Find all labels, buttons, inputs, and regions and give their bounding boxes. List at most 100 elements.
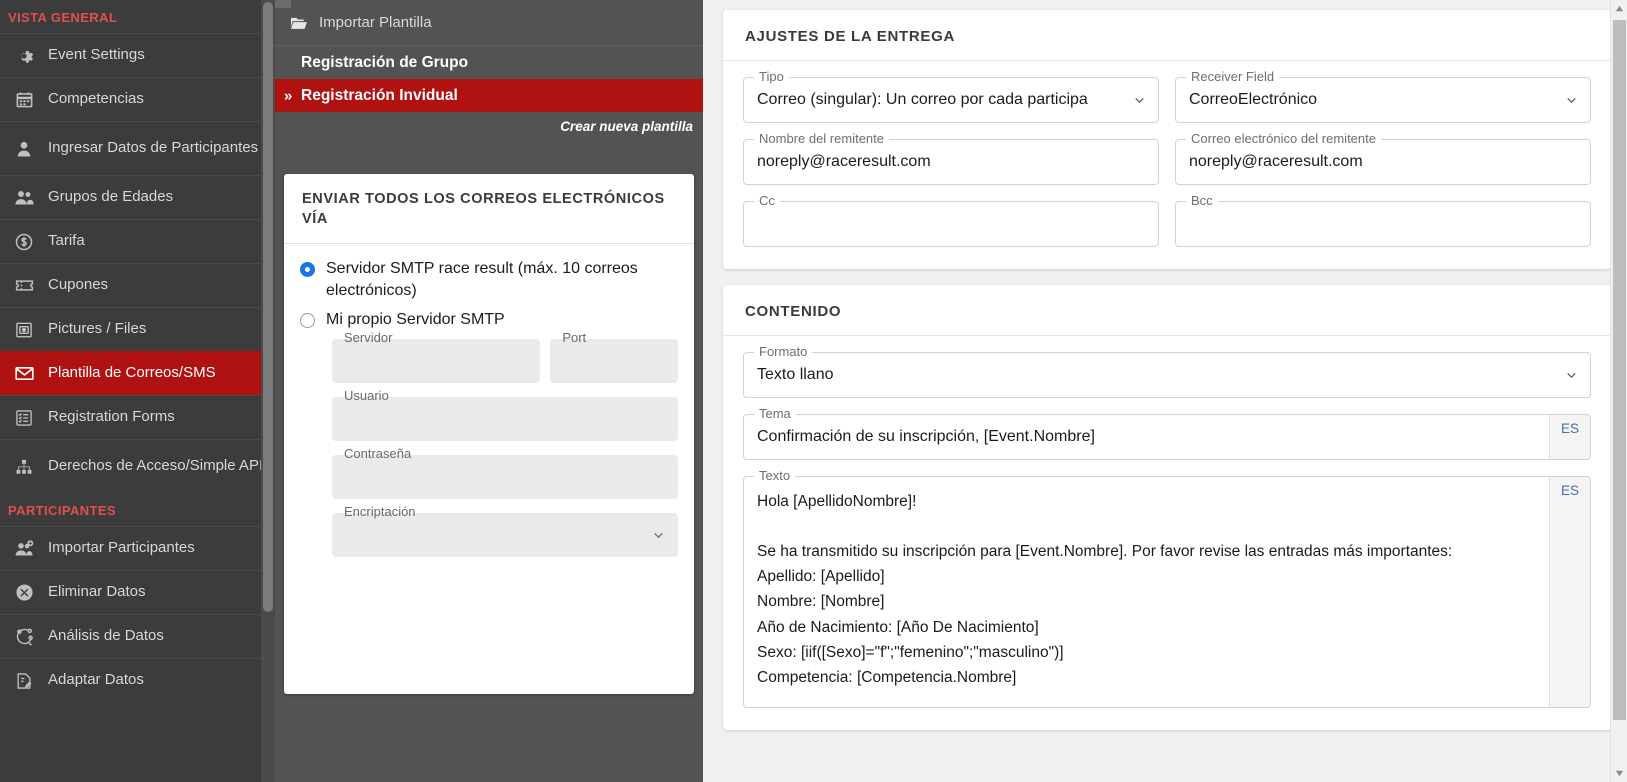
envelope-icon: [8, 362, 40, 386]
scroll-up-arrow-icon[interactable]: [1611, 0, 1627, 17]
sidebar-item-label: Análisis de Datos: [48, 627, 164, 645]
cc-field[interactable]: Cc: [743, 193, 1159, 247]
delivery-row-1: Tipo Correo (singular): Un correo por ca…: [743, 69, 1591, 139]
tema-row: Tema Confirmación de su inscripción, [Ev…: [743, 406, 1591, 460]
sender-email-value: noreply@raceresult.com: [1189, 153, 1363, 170]
chevron-down-icon: [1132, 93, 1147, 108]
add-people-icon: [8, 537, 40, 561]
sidebar-item-label: Grupos de Edades: [48, 188, 174, 206]
smtp-user-label: Usuario: [344, 387, 389, 403]
sidebar-item-derechos-de-acceso-simple-api[interactable]: Derechos de Acceso/Simple API: [0, 439, 275, 493]
sidebar-item-grupos-de-edades[interactable]: Grupos de Edades: [0, 175, 275, 219]
smtp-port-field[interactable]: Port: [550, 330, 678, 383]
settings-panel: AJUSTES DE LA ENTREGA Tipo Correo (singu…: [703, 0, 1627, 782]
chevron-right-icon: »: [284, 87, 293, 104]
smtp-password-field[interactable]: Contraseña: [332, 446, 678, 499]
delivery-settings-body: Tipo Correo (singular): Un correo por ca…: [723, 61, 1611, 269]
smtp-password-label: Contraseña: [344, 445, 412, 461]
sidebar-item-registration-forms[interactable]: Registration Forms: [0, 395, 275, 439]
radio-option-raceresult-smtp[interactable]: Servidor SMTP race result (máx. 10 corre…: [300, 258, 678, 301]
sender-email-field[interactable]: Correo electrónico del remitente noreply…: [1175, 131, 1591, 185]
formato-label: Formato: [754, 344, 813, 359]
scroll-down-arrow-icon[interactable]: [1611, 765, 1627, 782]
bcc-field[interactable]: Bcc: [1175, 193, 1591, 247]
sidebar-item-cupones[interactable]: Cupones: [0, 263, 275, 307]
delivery-settings-title: AJUSTES DE LA ENTREGA: [723, 10, 1611, 61]
delivery-row-3: Cc Bcc: [743, 193, 1591, 263]
smtp-server-fields: Servidor Port Usuario Contraseña Encript…: [300, 330, 678, 557]
radio-option-own-smtp[interactable]: Mi propio Servidor SMTP: [300, 309, 678, 331]
sitemap-icon: [8, 455, 40, 479]
sidebar-item-label: Tarifa: [48, 232, 85, 250]
import-template-button[interactable]: Importar Plantilla: [275, 0, 703, 46]
content-title: CONTENIDO: [723, 285, 1611, 336]
form-list-icon: [8, 406, 40, 430]
tema-field[interactable]: Tema Confirmación de su inscripción, [Ev…: [743, 406, 1549, 460]
sidebar-scrollbar-thumb[interactable]: [263, 2, 273, 612]
template-list: Registración de Grupo » Registración Inv…: [275, 46, 703, 112]
delivery-row-2: Nombre del remitente noreply@raceresult.…: [743, 131, 1591, 201]
sidebar-item-label: Registration Forms: [48, 408, 175, 426]
sidebar-section-title-participants: PARTICIPANTES: [8, 503, 117, 518]
template-item-registracion-invidual[interactable]: » Registración Invidual: [275, 79, 703, 112]
ticket-icon: [8, 274, 40, 298]
radio-icon-checked[interactable]: [300, 262, 315, 278]
sidebar-item-label: Ingresar Datos de Participantes: [48, 139, 259, 157]
sidebar-item-label: Pictures / Files: [48, 320, 147, 338]
texto-label: Texto: [754, 468, 796, 483]
sidebar-item-event-settings[interactable]: Event Settings: [0, 33, 275, 77]
sidebar-section-title-overview: VISTA GENERAL: [8, 10, 118, 25]
gear-icon: [8, 44, 40, 68]
smtp-user-field[interactable]: Usuario: [332, 388, 678, 441]
smtp-encryption-label: Encriptación: [344, 503, 416, 519]
page-scrollbar[interactable]: [1610, 0, 1627, 782]
edit-document-icon: [8, 669, 40, 693]
tema-label: Tema: [754, 406, 796, 421]
smtp-card: ENVIAR TODOS LOS CORREOS ELECTRÓNICOS VÍ…: [284, 174, 694, 694]
import-template-label: Importar Plantilla: [319, 14, 432, 31]
page-scrollbar-thumb[interactable]: [1613, 20, 1626, 720]
smtp-encryption-select[interactable]: Encriptación: [332, 504, 678, 557]
tema-language-tab-es[interactable]: ES: [1549, 414, 1591, 460]
sidebar-item-tarifa[interactable]: Tarifa: [0, 219, 275, 263]
radio-label: Servidor SMTP race result (máx. 10 corre…: [326, 260, 638, 299]
template-panel: Importar Plantilla Registración de Grupo…: [275, 0, 703, 782]
sidebar-item-pictures-files[interactable]: Pictures / Files: [0, 307, 275, 351]
sidebar-item-eliminar-datos[interactable]: Eliminar Datos: [0, 570, 275, 614]
receiver-field-label: Receiver Field: [1186, 69, 1280, 84]
radio-icon-unchecked[interactable]: [300, 313, 315, 329]
sender-name-field[interactable]: Nombre del remitente noreply@raceresult.…: [743, 131, 1159, 185]
sidebar-item-plantilla-de-correos-sms[interactable]: Plantilla de Correos/SMS: [0, 351, 275, 395]
delete-circle-icon: [8, 581, 40, 605]
sender-name-label: Nombre del remitente: [754, 131, 889, 146]
tipo-value: Correo (singular): Un correo por cada pa…: [757, 91, 1088, 108]
app-root: VISTA GENERAL Event Settings Competencia…: [0, 0, 1627, 782]
formato-select[interactable]: Formato Texto llano: [743, 344, 1591, 398]
texto-language-tab-es[interactable]: ES: [1549, 476, 1591, 708]
sidebar-item-adaptar-datos[interactable]: Adaptar Datos: [0, 658, 275, 702]
content-body: Formato Texto llano Tema Confirmación de…: [723, 336, 1611, 730]
radio-label: Mi propio Servidor SMTP: [326, 311, 505, 329]
create-new-template-link[interactable]: Crear nueva plantilla: [275, 112, 703, 134]
receiver-field-select[interactable]: Receiver Field CorreoElectrónico: [1175, 69, 1591, 123]
smtp-server-label: Servidor: [344, 329, 393, 345]
picture-icon: [8, 318, 40, 342]
sidebar-item-label: Eliminar Datos: [48, 583, 146, 601]
smtp-server-field[interactable]: Servidor: [332, 330, 541, 383]
tipo-label: Tipo: [754, 69, 789, 84]
delivery-settings-card: AJUSTES DE LA ENTREGA Tipo Correo (singu…: [723, 10, 1611, 269]
sidebar-item-ingresar-datos[interactable]: Ingresar Datos de Participantes: [0, 121, 275, 175]
texto-field[interactable]: Texto Hola [ApellidoNombre]! Se ha trans…: [743, 468, 1549, 708]
tipo-select[interactable]: Tipo Correo (singular): Un correo por ca…: [743, 69, 1159, 123]
smtp-port-label: Port: [562, 329, 587, 345]
sidebar-item-analisis-de-datos[interactable]: Análisis de Datos: [0, 614, 275, 658]
sidebar-scrollbar[interactable]: [261, 0, 275, 782]
template-item-registracion-de-grupo[interactable]: Registración de Grupo: [275, 46, 703, 79]
sidebar-item-importar-participantes[interactable]: Importar Participantes: [0, 526, 275, 570]
sidebar-item-label: Importar Participantes: [48, 539, 195, 557]
sidebar-item-competencias[interactable]: Competencias: [0, 77, 275, 121]
calendar-icon: [8, 88, 40, 112]
template-item-label: Registración Invidual: [301, 86, 458, 104]
bcc-label: Bcc: [1186, 193, 1218, 208]
panel-top-strip: [275, 0, 291, 8]
